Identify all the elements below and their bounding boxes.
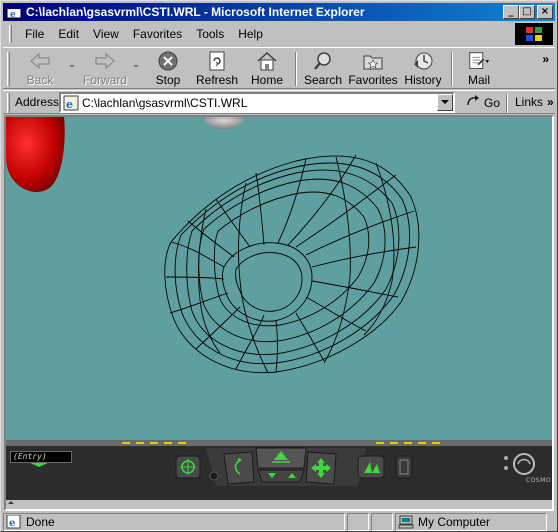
mail-label: Mail (467, 73, 490, 87)
rotate-icon (223, 451, 255, 485)
menu-file[interactable]: File (18, 27, 51, 41)
svg-text:e: e (10, 10, 16, 19)
standard-toolbar: Back Forward Stop Refresh Home Search Fa… (3, 47, 555, 89)
menu-tools[interactable]: Tools (189, 27, 231, 41)
refresh-button[interactable]: Refresh (195, 50, 239, 88)
mail-icon (467, 50, 491, 72)
jog-knob-icon (209, 471, 219, 481)
favorites-folder-icon (361, 50, 385, 72)
walk-icon (255, 447, 307, 483)
toolbar-grip[interactable] (7, 52, 10, 86)
status-bar: e Done My Computer (3, 513, 555, 531)
wireframe-mesh (164, 154, 420, 374)
seek-icon (175, 455, 201, 479)
maximize-button[interactable]: □ (519, 5, 535, 19)
my-computer-icon (398, 515, 414, 529)
search-label: Search (303, 73, 343, 87)
back-label: Back (26, 73, 54, 87)
minimize-icon: _ (508, 6, 514, 17)
home-label: Home (250, 73, 283, 87)
history-label: History (404, 73, 442, 87)
viewpoint-select[interactable]: (Entry) (10, 451, 72, 463)
security-zone-text: My Computer (418, 515, 491, 529)
address-dropdown-button[interactable] (437, 94, 453, 111)
title-bar[interactable]: e C:\lachlan\gsasvrml\CSTI.WRL - Microso… (3, 3, 555, 21)
browser-content: (Entry) COSMO (4, 115, 554, 511)
search-icon (311, 50, 335, 72)
vrml-scene[interactable] (6, 117, 552, 440)
grey-object (204, 117, 244, 129)
close-button[interactable]: × (537, 5, 553, 19)
go-button[interactable]: Go (461, 92, 504, 113)
go-label: Go (484, 95, 501, 110)
menu-edit[interactable]: Edit (51, 27, 86, 41)
browser-window: e C:\lachlan\gsasvrml\CSTI.WRL - Microso… (0, 0, 558, 532)
home-button[interactable]: Home (249, 50, 285, 88)
history-button[interactable]: History (403, 50, 443, 88)
menu-bar: File Edit View Favorites Tools Help (3, 23, 555, 45)
forward-arrow-icon (93, 50, 117, 72)
pan-icon (305, 451, 337, 485)
mail-button[interactable]: Mail (459, 50, 499, 88)
address-bar-grip[interactable] (7, 93, 10, 113)
refresh-label: Refresh (195, 73, 239, 87)
home-icon (255, 50, 279, 72)
svg-text:e: e (9, 518, 15, 529)
back-arrow-icon (28, 50, 52, 72)
stop-button[interactable]: Stop (151, 50, 185, 88)
windows-logo-icon (515, 23, 553, 45)
red-object (6, 117, 65, 192)
minimize-button[interactable]: _ (503, 5, 519, 19)
window-title: C:\lachlan\gsasvrml\CSTI.WRL - Microsoft… (26, 5, 365, 19)
toolbar-separator (451, 52, 453, 86)
close-icon: × (540, 6, 550, 17)
stop-icon (156, 50, 180, 72)
forward-label: Forward (83, 73, 128, 87)
links-separator (506, 93, 508, 113)
page-done-icon: e (6, 514, 22, 529)
menu-favorites[interactable]: Favorites (126, 27, 189, 41)
forward-button[interactable]: Forward (83, 50, 127, 88)
toolbar-overflow-chevron-icon[interactable]: » (542, 52, 549, 66)
address-value[interactable]: C:\lachlan\gsasvrml\CSTI.WRL (82, 96, 247, 110)
search-button[interactable]: Search (303, 50, 343, 88)
ie-page-icon: e (63, 95, 79, 111)
maximize-icon: □ (522, 6, 532, 17)
vrml-canvas[interactable] (6, 117, 552, 440)
ie-document-icon: e (6, 5, 22, 20)
history-icon (411, 50, 435, 72)
forward-dropdown-icon[interactable] (133, 65, 139, 68)
links-label: Links (515, 95, 544, 109)
favorites-label: Favorites (348, 73, 398, 87)
favorites-button[interactable]: Favorites (347, 50, 399, 88)
cosmo-brand: COSMO (526, 477, 552, 484)
address-input[interactable]: e C:\lachlan\gsasvrml\CSTI.WRL (59, 92, 455, 113)
menu-help[interactable]: Help (231, 27, 270, 41)
menu-view[interactable]: View (86, 27, 126, 41)
svg-text:e: e (66, 98, 73, 111)
go-arrow-icon (465, 94, 481, 111)
back-button[interactable]: Back (23, 50, 57, 88)
status-pane-2 (347, 513, 369, 531)
status-pane-3 (371, 513, 393, 531)
examine-icon (357, 455, 385, 479)
address-bar: Address e C:\lachlan\gsasvrml\CSTI.WRL G… (3, 90, 555, 114)
gravity-icon (395, 455, 413, 479)
links-chevron-icon: » (547, 95, 554, 109)
address-label: Address (15, 95, 60, 109)
toolbar-separator (295, 52, 297, 86)
links-button[interactable]: Links» (515, 95, 554, 109)
status-text-pane: e Done (3, 513, 345, 531)
chevron-down-icon (441, 100, 449, 104)
menu-bar-grip[interactable] (9, 25, 12, 43)
cosmo-dashboard: (Entry) COSMO (6, 440, 552, 509)
back-dropdown-icon[interactable] (69, 65, 75, 68)
refresh-icon (205, 50, 229, 72)
security-zone-pane: My Computer (395, 513, 547, 531)
status-text: Done (26, 515, 55, 529)
stop-label: Stop (155, 73, 181, 87)
